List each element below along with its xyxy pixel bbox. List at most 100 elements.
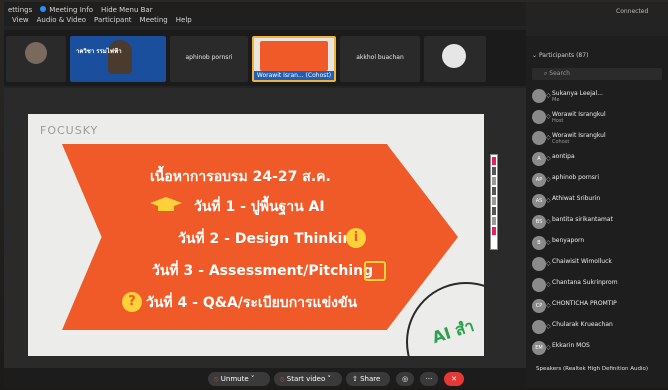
avatar: [532, 131, 546, 145]
participant-row[interactable]: B ◇ benyaporn: [528, 233, 668, 254]
hide-menu-button[interactable]: Hide Menu Bar: [101, 6, 153, 14]
participant-name: Worawit Israngkul: [552, 111, 606, 118]
mic-off-icon: ⦸: [214, 375, 221, 383]
unmute-button[interactable]: ⦸ Unmute ˅: [208, 372, 270, 386]
avatar: CP: [532, 299, 546, 313]
participant-role: Me: [552, 97, 560, 103]
mic-off-icon: ◇: [546, 260, 551, 267]
annotation-toolbar[interactable]: [490, 154, 498, 250]
mic-off-icon: ◇: [546, 134, 551, 141]
pen-color-swatch[interactable]: [492, 197, 496, 205]
participant-list: ◇ Sukanya Leejal... Me ◇ Worawit Israngkul Ho…: [528, 86, 668, 359]
pen-color-swatch[interactable]: [492, 217, 496, 225]
avatar: EM: [532, 341, 546, 355]
menu-help[interactable]: Help: [176, 16, 192, 24]
participant-name: CHONTICHA PROMTIP: [552, 300, 617, 307]
presentation-slide: FOCUSKY เนื้อหาการอบรม 24-27 ส.ค. วันที่…: [28, 114, 484, 356]
more-button[interactable]: ···: [420, 372, 438, 386]
pen-color-swatch[interactable]: [492, 207, 496, 215]
participant-name: Sukanya Leejal...: [552, 90, 603, 97]
question-icon: ?: [122, 292, 142, 312]
pen-color-swatch[interactable]: [492, 227, 496, 235]
participant-name: Ekkarin MOS: [552, 342, 590, 349]
participant-name: Athiwat Sriburin: [552, 195, 601, 202]
participant-row[interactable]: ◇ Worawit Israngkul Host: [528, 107, 668, 128]
pen-color-swatch[interactable]: [492, 167, 496, 175]
pen-color-swatch[interactable]: [492, 157, 496, 165]
participant-name: benyaporn: [552, 237, 585, 244]
menu-bar: ettings Meeting Info Hide Menu Bar View …: [4, 2, 526, 26]
mic-off-icon: ◇: [546, 344, 551, 351]
start-video-button[interactable]: ⦸ Start video ˅: [274, 372, 342, 386]
menu-meeting[interactable]: Meeting: [140, 16, 168, 24]
participant-row[interactable]: ◇ Sukanya Leejal... Me: [528, 86, 668, 107]
participant-row[interactable]: CP ◇ CHONTICHA PROMTIP: [528, 296, 668, 317]
meeting-toolbar: ⦸ Unmute ˅ ⦸ Start video ˅ ⇧ Share ◎ ···…: [4, 368, 526, 388]
video-thumbnail-active[interactable]: Worawit Isran... (Cohost): [252, 36, 336, 82]
video-thumbnail[interactable]: [6, 36, 66, 82]
slide-line-day1: วันที่ 1 - ปูพื้นฐาน AI: [194, 199, 325, 215]
slide-line-day4: วันที่ 4 - Q&A/ระเบียบการแข่งขัน: [146, 295, 358, 311]
participant-name: bantita sirikantamat: [552, 216, 613, 223]
avatar: [442, 44, 466, 68]
participant-name: aontipa: [552, 153, 575, 160]
thumbnail-name: aphinob pornsri: [185, 54, 233, 61]
mic-off-icon: ◇: [546, 323, 551, 330]
meeting-info-button[interactable]: Meeting Info: [40, 6, 93, 14]
video-thumbnail[interactable]: าควิชา รรมไฟฟ้า: [70, 36, 166, 82]
menu-audio-video[interactable]: Audio & Video: [37, 16, 86, 24]
video-thumbnail[interactable]: [424, 36, 486, 82]
participant-row[interactable]: ◇ Chularak Krueachan: [528, 317, 668, 338]
slide-line-day3: วันที่ 3 - Assessment/Pitching: [152, 263, 374, 279]
avatar: [25, 42, 47, 64]
thumbnail-banner-text: าควิชา รรมไฟฟ้า: [76, 48, 122, 55]
slide-title: เนื้อหาการอบรม 24-27 ส.ค.: [150, 169, 331, 185]
pen-color-swatch[interactable]: [492, 187, 496, 195]
avatar: [532, 278, 546, 292]
mic-off-icon: ◇: [546, 239, 551, 246]
mic-off-icon: ◇: [546, 281, 551, 288]
participant-row[interactable]: AS ◇ Athiwat Sriburin: [528, 191, 668, 212]
video-thumbnail[interactable]: akkhol buachan: [340, 36, 420, 82]
participant-row[interactable]: ◇ Worawit Israngkul Cohost: [528, 128, 668, 149]
video-off-icon: ⦸: [280, 375, 287, 383]
participant-name: Worawit Israngkul: [552, 132, 606, 139]
menu-view[interactable]: View: [12, 16, 29, 24]
zoom-window: ettings Meeting Info Hide Menu Bar View …: [4, 2, 668, 388]
lightbulb-icon: i: [346, 228, 366, 248]
participant-row[interactable]: ◇ Chaiwisit Wimolluck: [528, 254, 668, 275]
pen-color-swatch[interactable]: [492, 177, 496, 185]
end-meeting-button[interactable]: ✕: [444, 372, 464, 386]
share-button[interactable]: ⇧ Share: [346, 372, 390, 386]
participant-name: aphinob pornsri: [552, 174, 600, 181]
avatar: B: [532, 236, 546, 250]
reactions-button[interactable]: ◎: [396, 372, 414, 386]
participant-row[interactable]: A ◇ aontipa: [528, 149, 668, 170]
edit-icon: [364, 261, 386, 281]
participant-row[interactable]: AP ◇ aphinob pornsri: [528, 170, 668, 191]
participant-search-input[interactable]: ⌕ Search: [532, 68, 662, 80]
avatar: [532, 110, 546, 124]
shared-screen-preview: [260, 41, 328, 71]
slide-line-day2: วันที่ 2 - Design Thinking: [178, 231, 363, 247]
settings-label[interactable]: ettings: [8, 6, 32, 14]
participant-row[interactable]: ◇ Chantana Sukrinprom: [528, 275, 668, 296]
avatar: [532, 320, 546, 334]
participant-row[interactable]: BS ◇ bantita sirikantamat: [528, 212, 668, 233]
mic-off-icon: ◇: [546, 302, 551, 309]
participant-role: Host: [552, 118, 564, 124]
mic-off-icon: ◇: [546, 113, 551, 120]
photo-frame: ettings Meeting Info Hide Menu Bar View …: [0, 0, 668, 390]
participant-name: Chularak Krueachan: [552, 321, 613, 328]
connection-status: Connected: [616, 8, 649, 15]
thumbnail-name: Worawit Isran... (Cohost): [254, 71, 334, 80]
video-thumbnail-strip: าควิชา รรมไฟฟ้า aphinob pornsri Worawit …: [4, 30, 526, 86]
participants-header: ⌄ Participants (87): [532, 52, 589, 59]
menu-participant[interactable]: Participant: [94, 16, 131, 24]
participant-name: Chaiwisit Wimolluck: [552, 258, 612, 265]
focusky-logo: FOCUSKY: [40, 124, 99, 137]
video-thumbnail[interactable]: aphinob pornsri: [170, 36, 248, 82]
mic-off-icon: ◇: [546, 176, 551, 183]
participant-row[interactable]: EM ◇ Ekkarin MOS: [528, 338, 668, 359]
mic-off-icon: ◇: [546, 155, 551, 162]
